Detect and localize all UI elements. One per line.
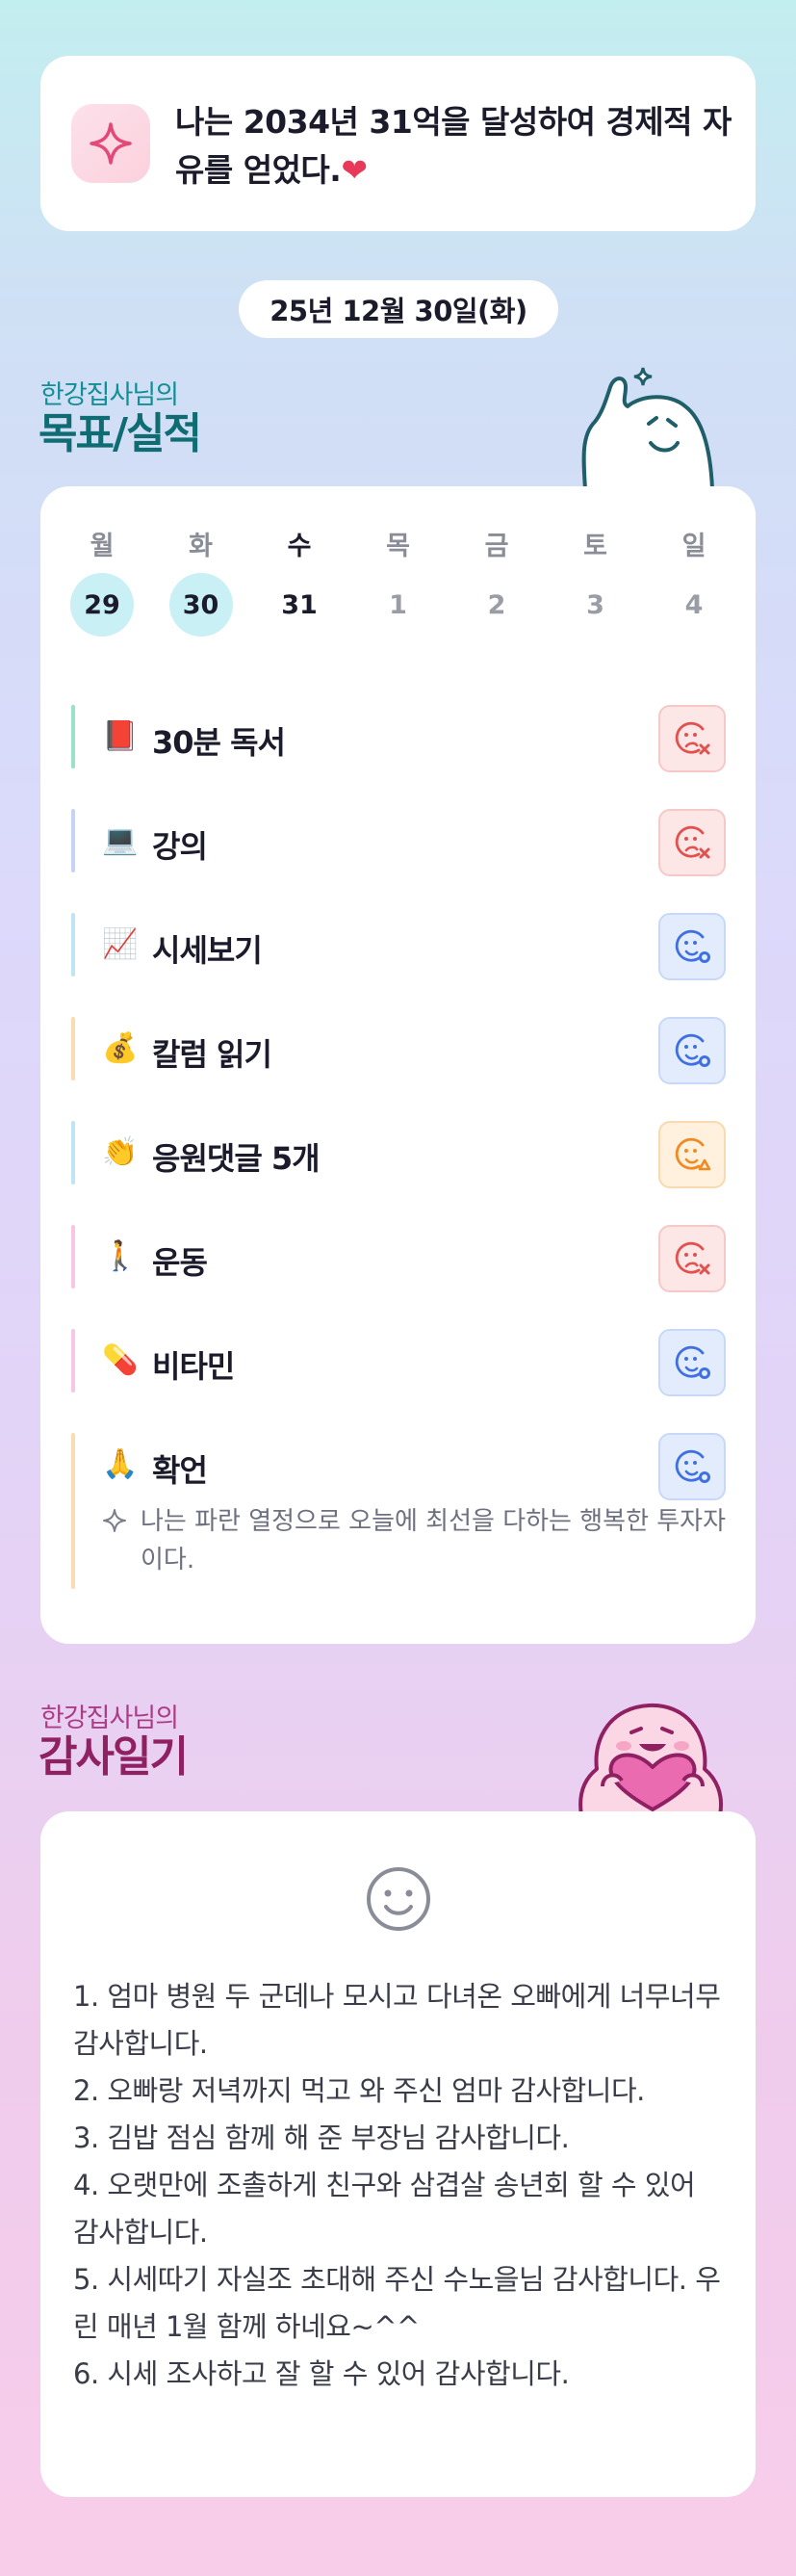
habit-emoji-icon: 🙏: [102, 1447, 139, 1481]
habit-color-bar: [71, 913, 75, 976]
calendar-day[interactable]: 화 30: [168, 525, 234, 637]
habit-row[interactable]: 🙏 확언 나는 파란 열정으로 오늘에 최선을 다하는 행복한 투자자이다.: [71, 1421, 726, 1595]
sparkle-outline-icon: [103, 1509, 126, 1532]
thanks-item: 5. 시세따기 자실조 초대해 주신 수노을님 감사합니다. 우린 매년 1월 …: [73, 2263, 721, 2343]
thanks-list: 1. 엄마 병원 두 군데나 모시고 다녀온 오빠에게 너무너무 감사합니다. 2…: [73, 1973, 728, 2398]
status-partial-icon[interactable]: [658, 1121, 726, 1188]
habit-emoji-icon: 💊: [102, 1343, 139, 1377]
habit-emoji-icon: 👏: [102, 1135, 139, 1169]
thanks-item: 4. 오랫만에 조촐하게 친구와 삼겹살 송년회 할 수 있어 감사합니다.: [73, 2169, 696, 2249]
goal-statement: 나는 2034년 31억을 달성하여 경제적 자유를 얻었다.❤: [175, 103, 732, 189]
habit-emoji-icon: 💻: [102, 823, 139, 857]
habit-color-bar: [71, 1225, 75, 1288]
thanks-card: 1. 엄마 병원 두 군데나 모시고 다녀온 오빠에게 너무너무 감사합니다. 2…: [40, 1811, 756, 2497]
day-number: 31: [281, 589, 318, 620]
thanks-item: 1. 엄마 병원 두 군데나 모시고 다녀온 오빠에게 너무너무 감사합니다.: [73, 1980, 721, 2060]
habit-row[interactable]: 💻 강의: [71, 797, 726, 901]
day-number: 2: [487, 589, 506, 620]
calendar-day[interactable]: 수 31: [267, 525, 332, 637]
ghost-mascot-icon: [581, 367, 714, 489]
habit-label: 칼럼 읽기: [152, 1036, 272, 1073]
status-fail-icon[interactable]: [658, 809, 726, 876]
smile-icon[interactable]: [365, 1865, 432, 1933]
heart-icon: ❤: [341, 151, 368, 189]
thanks-item: 2. 오빠랑 저녁까지 먹고 와 주신 엄마 감사합니다.: [73, 2074, 645, 2107]
habit-label: 운동: [152, 1244, 208, 1281]
week-calendar: 월 29 화 30 수 31 목 1 금 2 토 3 일 4: [69, 525, 727, 637]
habit-color-bar: [71, 1329, 75, 1392]
day-of-week: 일: [681, 532, 706, 561]
status-fail-icon[interactable]: [658, 1225, 726, 1292]
habit-color-bar: [71, 1017, 75, 1080]
habit-label: 강의: [152, 828, 208, 865]
sparkle-icon: [71, 104, 150, 183]
day-number: 3: [586, 589, 604, 620]
habit-color-bar: [71, 1121, 75, 1184]
goal-card: 나는 2034년 31억을 달성하여 경제적 자유를 얻었다.❤: [40, 56, 756, 231]
habit-emoji-icon: 💰: [102, 1031, 139, 1065]
habit-emoji-icon: 📈: [102, 927, 139, 961]
habit-label: 30분 독서: [152, 724, 286, 761]
day-of-week: 수: [287, 532, 312, 561]
habit-color-bar: [71, 1433, 75, 1589]
habit-row[interactable]: 📕 30분 독서: [71, 693, 726, 797]
day-number: 30: [168, 573, 233, 637]
status-done-icon[interactable]: [658, 1433, 726, 1500]
day-number: 29: [70, 573, 134, 637]
day-of-week: 금: [484, 532, 509, 561]
status-fail-icon[interactable]: [658, 705, 726, 772]
calendar-day[interactable]: 일4: [661, 525, 727, 637]
status-done-icon[interactable]: [658, 1017, 726, 1084]
habit-row[interactable]: 🚶 운동: [71, 1213, 726, 1317]
habit-label: 확언: [152, 1452, 208, 1489]
status-done-icon[interactable]: [658, 1329, 726, 1396]
thanks-section-title: 감사일기: [39, 1732, 189, 1782]
habit-row[interactable]: 💰 칼럼 읽기: [71, 1005, 726, 1109]
habit-color-bar: [71, 809, 75, 872]
habit-list: 📕 30분 독서 💻 강의 📈 시세보기 💰 칼럼 읽기 👏 응원댓글 5개 🚶 운동 💊 비타민 🙏 확언 나…: [71, 693, 726, 1595]
affirmation-text: 나는 파란 열정으로 오늘에 최선을 다하는 행복한 투자자이다.: [102, 1502, 737, 1579]
day-number: 1: [389, 589, 407, 620]
habit-label: 시세보기: [152, 932, 263, 969]
habit-label: 응원댓글 5개: [152, 1140, 321, 1177]
habit-color-bar: [71, 705, 75, 768]
habit-row[interactable]: 📈 시세보기: [71, 901, 726, 1005]
day-of-week: 화: [189, 532, 213, 561]
habit-emoji-icon: 📕: [102, 719, 139, 753]
thanks-item: 3. 김밥 점심 함께 해 준 부장님 감사합니다.: [73, 2121, 570, 2154]
day-of-week: 월: [90, 532, 115, 561]
status-done-icon[interactable]: [658, 913, 726, 980]
heart-mascot-icon: [578, 1703, 723, 1815]
habit-emoji-icon: 🚶: [102, 1239, 139, 1273]
calendar-day[interactable]: 금2: [464, 525, 529, 637]
thanks-item: 6. 시세 조사하고 잘 할 수 있어 감사합니다.: [73, 2357, 570, 2390]
day-of-week: 목: [386, 532, 410, 561]
calendar-day[interactable]: 목1: [366, 525, 431, 637]
habit-label: 비타민: [152, 1348, 235, 1385]
habit-row[interactable]: 👏 응원댓글 5개: [71, 1109, 726, 1213]
day-number: 4: [684, 589, 704, 620]
goals-card: 월 29 화 30 수 31 목 1 금 2 토 3 일 4 📕 30분 독서 💻 강의 📈 시세보기 💰 칼럼 읽기 👏…: [40, 486, 756, 1644]
date-label[interactable]: 25년 12월 30일(화): [239, 280, 558, 338]
habit-row[interactable]: 💊 비타민: [71, 1317, 726, 1421]
goals-section-title: 목표/실적: [39, 409, 202, 458]
calendar-day[interactable]: 월 29: [69, 525, 135, 637]
calendar-day[interactable]: 토3: [563, 525, 629, 637]
day-of-week: 토: [583, 532, 607, 561]
